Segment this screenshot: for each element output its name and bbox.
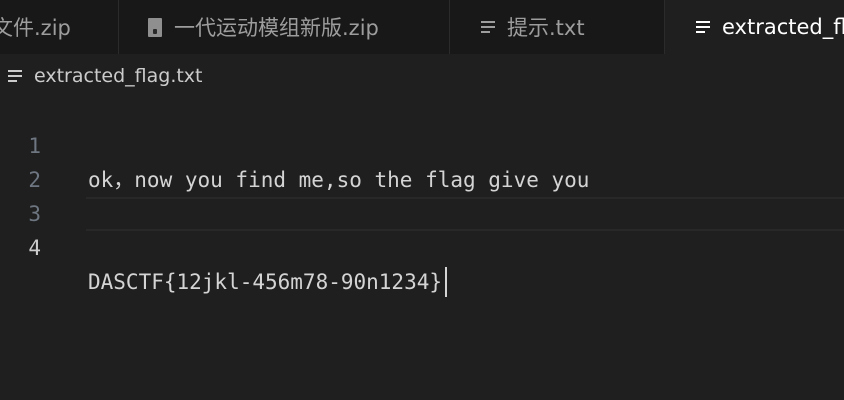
editor-line[interactable]: 1 ok，now you find me,so the flag give yo…	[0, 95, 844, 192]
tab-label: 提示.txt	[507, 16, 585, 40]
editor-line[interactable]: 2	[0, 129, 844, 192]
tab-extracted-flag[interactable]: extracted_flag.txt	[665, 0, 844, 54]
tab-hint-txt[interactable]: 提示.txt	[450, 0, 665, 54]
text-editor[interactable]: 1 ok，now you find me,so the flag give yo…	[0, 95, 844, 400]
line-text[interactable]: DASCTF{12jkl-456m78-90n1234}	[88, 270, 442, 294]
breadcrumb-file[interactable]: extracted_flag.txt	[34, 65, 203, 87]
line-number: 4	[28, 236, 41, 260]
tab-label: 一代运动模组新版.zip	[174, 16, 379, 40]
breadcrumb[interactable]: extracted_flag.txt	[0, 54, 844, 98]
editor-line[interactable]: 3	[0, 163, 844, 226]
editor-line-current[interactable]: 4 DASCTF{12jkl-456m78-90n1234}	[0, 197, 844, 297]
tab-label: extracted_flag.txt	[722, 15, 844, 39]
text-cursor	[445, 266, 448, 297]
zip-file-icon	[148, 17, 162, 37]
tab-module-zip[interactable]: 一代运动模组新版.zip	[119, 0, 450, 54]
text-file-icon	[8, 69, 22, 83]
tab-label: 文件.zip	[0, 16, 71, 40]
line-text-wrapper[interactable]: DASCTF{12jkl-456m78-90n1234}	[88, 265, 448, 299]
text-file-icon	[696, 20, 710, 34]
editor-window: 文件.zip 一代运动模组新版.zip 提示.txt extracted_fla…	[0, 0, 844, 400]
tab-bar: 文件.zip 一代运动模组新版.zip 提示.txt extracted_fla…	[0, 0, 844, 54]
text-file-icon	[481, 20, 495, 34]
tab-zip-file[interactable]: 文件.zip	[0, 0, 119, 54]
